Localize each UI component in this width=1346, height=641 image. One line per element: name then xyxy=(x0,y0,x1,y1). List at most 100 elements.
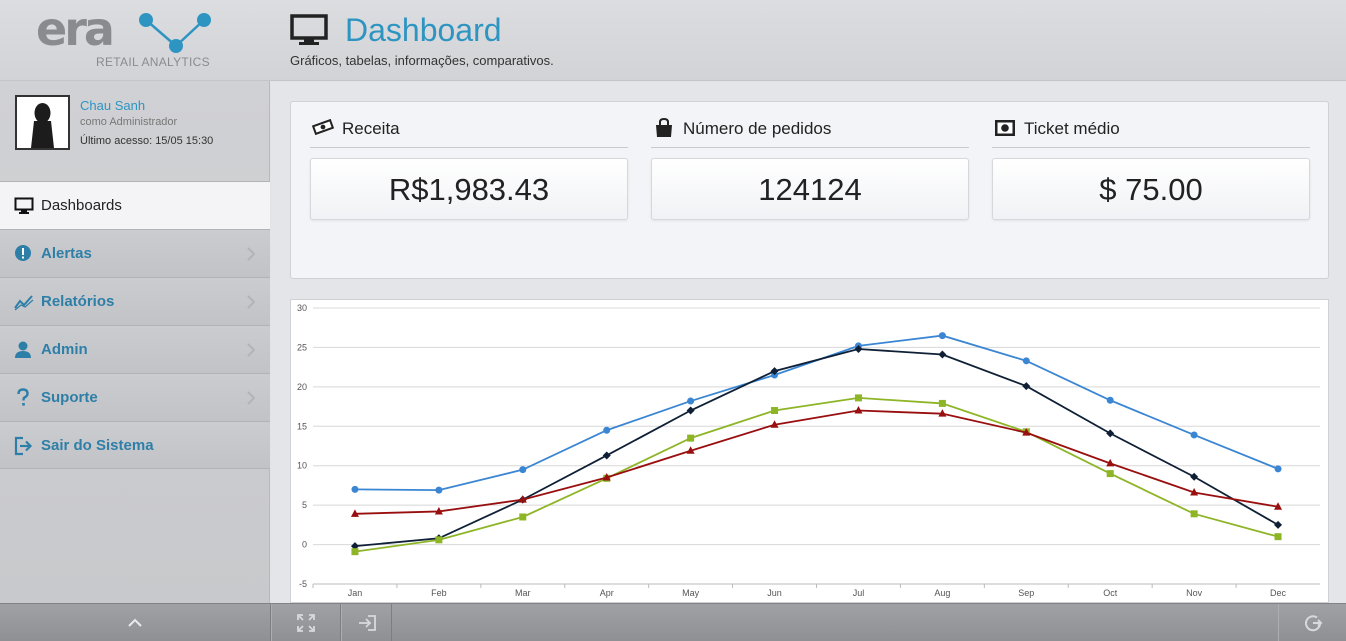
power-button[interactable] xyxy=(1278,604,1346,641)
stat-value: 124124 xyxy=(758,172,862,207)
y-tick-label: 25 xyxy=(297,342,307,352)
sidebar-item-relatorios[interactable]: Relatórios xyxy=(0,277,270,325)
exit-icon xyxy=(14,436,33,456)
stat-header: Receita xyxy=(310,114,628,148)
x-tick-label: May xyxy=(682,588,700,598)
chevron-right-icon xyxy=(247,343,256,357)
bottom-toolbar xyxy=(0,603,1346,641)
monitor-icon xyxy=(290,14,328,45)
avatar[interactable] xyxy=(15,95,70,150)
data-point xyxy=(938,350,947,359)
line-chart: -5 0 5 10 15 20 25 30 Jan Feb Mar Apr May Jun Jul Aug Se… xyxy=(297,303,1320,598)
data-point xyxy=(1190,472,1199,481)
series-line xyxy=(354,396,1279,553)
top-header: era RETAIL ANALYTICS Dashboard Gráficos,… xyxy=(0,0,1346,81)
sidebar-item-label: Alertas xyxy=(41,245,92,262)
x-tick-label: Nov xyxy=(1186,588,1203,598)
x-tick-label: Aug xyxy=(934,588,950,598)
data-point xyxy=(519,466,527,474)
logo-network-icon xyxy=(139,13,211,53)
data-point xyxy=(435,536,443,544)
sidebar-item-label: Relatórios xyxy=(41,293,115,310)
data-point xyxy=(1274,533,1282,541)
x-tick-label: Dec xyxy=(1270,588,1287,598)
stat-receita: Receita R$1,983.43 xyxy=(310,102,628,252)
stat-value: R$1,983.43 xyxy=(388,172,550,207)
fullscreen-button[interactable] xyxy=(271,604,341,641)
money-icon xyxy=(312,118,334,136)
chevron-right-icon xyxy=(247,247,256,261)
sidebar-item-alertas[interactable]: Alertas xyxy=(0,229,270,277)
y-tick-label: 0 xyxy=(302,540,307,550)
data-point xyxy=(1106,396,1114,404)
data-point xyxy=(435,486,443,494)
data-point xyxy=(1190,510,1198,518)
data-point xyxy=(519,513,527,521)
monitor-icon xyxy=(14,197,34,214)
data-point xyxy=(938,332,946,340)
sidebar-nav: Dashboards Alertas Relatórios Admin Supo… xyxy=(0,181,270,469)
stat-label: Ticket médio xyxy=(1024,119,1120,138)
y-tick-label: 30 xyxy=(297,303,307,313)
data-point xyxy=(351,485,359,493)
stat-ticket: Ticket médio $ 75.00 xyxy=(992,102,1310,252)
sidebar-item-label: Dashboards xyxy=(41,197,122,214)
user-silhouette-icon xyxy=(17,97,68,148)
stat-value-box: $ 75.00 xyxy=(992,158,1310,220)
user-profile: Chau Sanh como Administrador Último aces… xyxy=(0,81,270,181)
chevron-up-icon xyxy=(128,618,142,627)
page-subtitle: Gráficos, tabelas, informações, comparat… xyxy=(290,53,554,68)
sidebar-item-label: Admin xyxy=(41,341,88,358)
series-line xyxy=(354,348,1279,548)
x-tick-label: Jul xyxy=(853,588,865,598)
logo[interactable]: era RETAIL ANALYTICS xyxy=(0,0,270,81)
last-access: Último acesso: 15/05 15:30 xyxy=(80,135,214,147)
stats-panel: Receita R$1,983.43 Número de pedidos 124… xyxy=(290,101,1329,279)
user-icon xyxy=(15,341,31,358)
data-point xyxy=(687,397,695,405)
data-point xyxy=(771,407,779,415)
x-tick-label: Jan xyxy=(348,588,363,598)
sidebar-item-label: Sair do Sistema xyxy=(41,437,154,454)
y-tick-label: 5 xyxy=(302,500,307,510)
trend-icon xyxy=(14,295,34,311)
stat-value-box: 124124 xyxy=(651,158,969,220)
sidebar-item-suporte[interactable]: Suporte xyxy=(0,373,270,421)
data-point xyxy=(351,548,359,556)
collapse-button[interactable] xyxy=(0,604,271,641)
stat-value-box: R$1,983.43 xyxy=(310,158,628,220)
stat-pedidos: Número de pedidos 124124 xyxy=(651,102,969,252)
x-tick-label: Mar xyxy=(515,588,531,598)
data-point xyxy=(1274,465,1282,473)
user-name[interactable]: Chau Sanh xyxy=(80,98,145,113)
data-point xyxy=(1022,357,1030,365)
data-point xyxy=(938,399,946,407)
cash-icon xyxy=(995,120,1015,136)
logo-subtitle: RETAIL ANALYTICS xyxy=(96,55,210,69)
question-icon xyxy=(17,388,29,406)
user-role: como Administrador xyxy=(80,116,178,128)
data-point xyxy=(602,451,611,460)
sidebar: Chau Sanh como Administrador Último aces… xyxy=(0,81,270,603)
sidebar-item-admin[interactable]: Admin xyxy=(0,325,270,373)
alert-icon xyxy=(15,245,31,261)
sidebar-item-dashboards[interactable]: Dashboards xyxy=(0,181,270,229)
y-tick-label: -5 xyxy=(299,579,307,589)
fullscreen-icon xyxy=(297,614,315,632)
stat-header: Ticket médio xyxy=(992,114,1310,148)
data-point xyxy=(603,426,611,434)
sidebar-item-sair[interactable]: Sair do Sistema xyxy=(0,421,270,469)
login-icon xyxy=(358,615,376,631)
login-button[interactable] xyxy=(341,604,392,641)
stat-header: Número de pedidos xyxy=(651,114,969,148)
data-point xyxy=(687,434,695,442)
y-tick-label: 15 xyxy=(297,421,307,431)
y-tick-label: 20 xyxy=(297,382,307,392)
page-title: Dashboard xyxy=(345,12,502,48)
series-line xyxy=(354,334,1279,492)
logo-text: era xyxy=(36,2,115,56)
data-point xyxy=(1022,382,1031,391)
x-tick-label: Feb xyxy=(431,588,447,598)
y-tick-label: 10 xyxy=(297,461,307,471)
main-content: Receita R$1,983.43 Número de pedidos 124… xyxy=(271,82,1346,603)
